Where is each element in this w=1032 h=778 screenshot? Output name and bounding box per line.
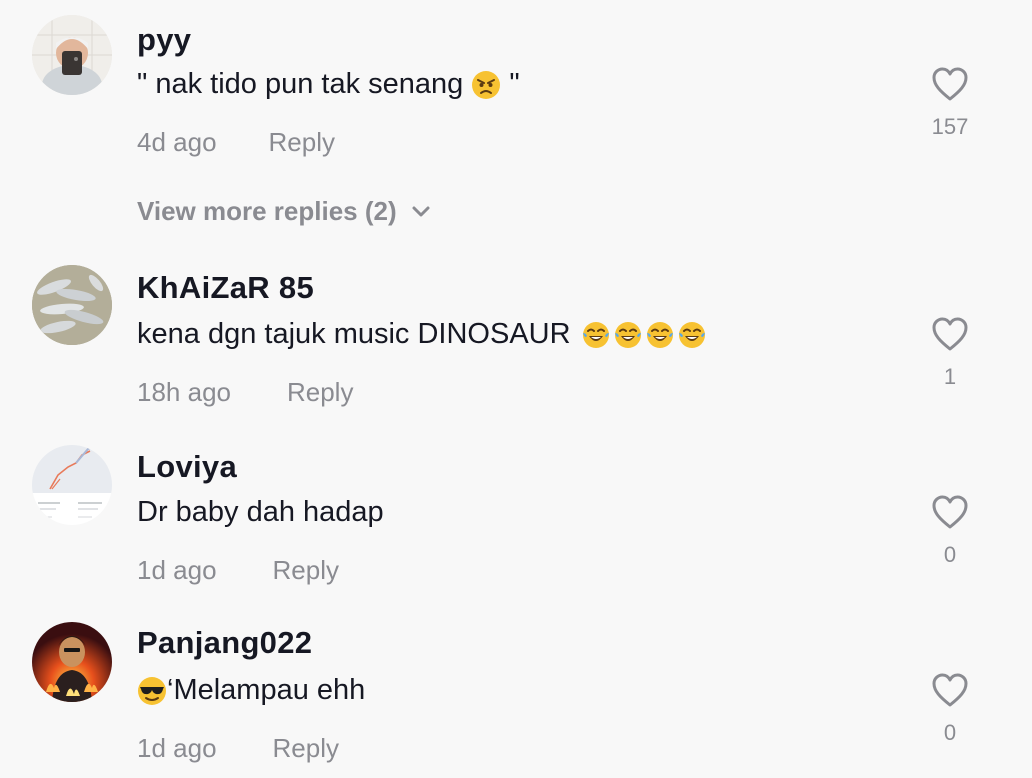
tears-of-joy-icon <box>645 320 675 350</box>
reply-button[interactable]: Reply <box>273 733 339 763</box>
comment-meta: 18h ago Reply <box>137 377 353 408</box>
comment-text-part: " <box>501 68 520 100</box>
comment-text-part: kena dgn tajuk music DINOSAUR <box>137 318 579 350</box>
comment-text: ‘Melampau ehh <box>137 674 365 707</box>
avatar[interactable] <box>32 622 112 702</box>
like-button[interactable]: 0 <box>924 494 976 568</box>
comment-username[interactable]: KhAiZaR 85 <box>137 270 314 306</box>
like-count: 0 <box>943 542 957 567</box>
like-button[interactable]: 0 <box>924 672 976 746</box>
comment-meta: 1d ago Reply <box>137 733 339 764</box>
view-more-replies-button[interactable]: View more replies (2) <box>137 196 431 227</box>
comment-text-part: ‘Melampau ehh <box>167 674 366 706</box>
comment-time: 1d ago <box>137 733 217 763</box>
comment-username[interactable]: Panjang022 <box>137 625 312 661</box>
like-count: 0 <box>943 720 957 745</box>
comment-meta: 4d ago Reply <box>137 127 335 158</box>
avatar[interactable] <box>32 15 112 95</box>
heart-outline-icon[interactable] <box>931 672 969 708</box>
comment-username[interactable]: Loviya <box>137 449 237 485</box>
view-more-label: View more replies (2) <box>137 196 397 226</box>
like-count: 157 <box>931 114 969 139</box>
like-count: 1 <box>943 364 957 389</box>
heart-outline-icon[interactable] <box>931 66 969 102</box>
comment-text: Dr baby dah hadap <box>137 496 384 529</box>
comment-username[interactable]: pyy <box>137 22 191 58</box>
reply-button[interactable]: Reply <box>273 555 339 585</box>
comment-time: 1d ago <box>137 555 217 585</box>
like-button[interactable]: 1 <box>924 316 976 390</box>
comment-text: " nak tido pun tak senang " <box>137 68 520 101</box>
avatar[interactable] <box>32 445 112 525</box>
tears-of-joy-icon <box>581 320 611 350</box>
comment-text-part: " nak tido pun tak senang <box>137 68 472 100</box>
tears-of-joy-icon <box>613 320 643 350</box>
comment-time: 4d ago <box>137 127 217 157</box>
avatar[interactable] <box>32 265 112 345</box>
angry-face-icon <box>471 70 501 100</box>
heart-outline-icon[interactable] <box>931 316 969 352</box>
comment-time: 18h ago <box>137 377 231 407</box>
tears-of-joy-icon <box>677 320 707 350</box>
comment-text: kena dgn tajuk music DINOSAUR <box>137 318 707 351</box>
comment-meta: 1d ago Reply <box>137 555 339 586</box>
sunglasses-face-icon <box>137 676 167 706</box>
heart-outline-icon[interactable] <box>931 494 969 530</box>
like-button[interactable]: 157 <box>924 66 976 140</box>
comment-text-part: Dr baby dah hadap <box>137 496 384 528</box>
reply-button[interactable]: Reply <box>287 377 353 407</box>
reply-button[interactable]: Reply <box>269 127 335 157</box>
chevron-down-icon <box>412 206 430 216</box>
